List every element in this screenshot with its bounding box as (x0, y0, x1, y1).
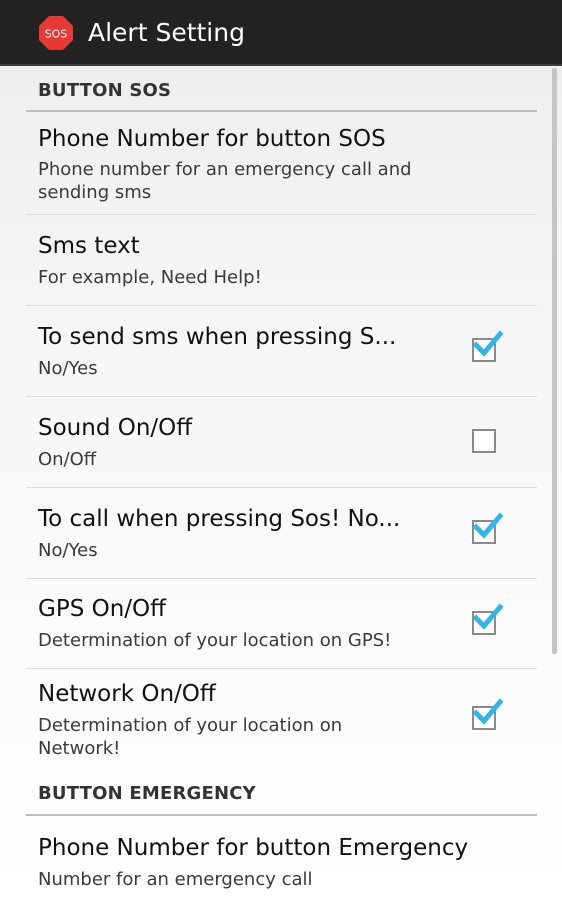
svg-text:SOS: SOS (45, 28, 68, 41)
pref-gps[interactable]: GPS On/Off Determination of your locatio… (26, 579, 537, 669)
pref-call-sos[interactable]: To call when pressing Sos! No... No/Yes (26, 488, 537, 579)
checkmark-icon (472, 330, 504, 357)
app-title: Alert Setting (88, 18, 245, 47)
category-button-sos: BUTTON SOS (26, 66, 537, 112)
call-sos-checkbox[interactable] (472, 512, 504, 544)
pref-sound[interactable]: Sound On/Off On/Off (26, 397, 537, 488)
send-sms-checkbox[interactable] (472, 330, 504, 362)
checkmark-icon (472, 603, 504, 630)
pref-title: Sound On/Off (38, 415, 193, 441)
pref-summary: No/Yes (38, 540, 98, 561)
pref-summary: Determination of your location on GPS! (38, 630, 392, 651)
pref-send-sms[interactable]: To send sms when pressing S... No/Yes (26, 306, 537, 397)
pref-title: To send sms when pressing S... (38, 324, 397, 350)
checkmark-icon (472, 698, 504, 725)
checkmark-icon (472, 512, 504, 539)
pref-title: Phone Number for button SOS (38, 126, 386, 152)
pref-summary: On/Off (38, 449, 97, 470)
pref-title: Phone Number for button Emergency (38, 835, 469, 861)
category-button-emergency: BUTTON EMERGENCY (26, 776, 537, 816)
pref-summary: Determination of your location on Networ… (38, 715, 343, 759)
pref-phone-number-sos[interactable]: Phone Number for button SOS Phone number… (26, 112, 537, 215)
pref-phone-number-emergency[interactable]: Phone Number for button Emergency Number… (26, 816, 537, 900)
sound-checkbox[interactable] (472, 429, 496, 453)
pref-title: Sms text (38, 233, 140, 259)
pref-title: GPS On/Off (38, 596, 166, 622)
pref-summary: For example, Need Help! (38, 267, 262, 288)
gps-checkbox[interactable] (472, 603, 504, 635)
category-label: BUTTON EMERGENCY (38, 783, 256, 804)
pref-summary: Phone number for an emergency call and s… (38, 159, 412, 203)
pref-title: To call when pressing Sos! No... (38, 506, 401, 532)
pref-sms-text[interactable]: Sms text For example, Need Help! (26, 215, 537, 306)
pref-summary: Number for an emergency call (38, 869, 313, 890)
action-bar: SOS Alert Setting (0, 0, 562, 66)
pref-title: Network On/Off (38, 681, 216, 707)
category-label: BUTTON SOS (38, 80, 172, 101)
network-checkbox[interactable] (472, 698, 504, 730)
scrollbar[interactable] (552, 68, 557, 654)
sos-octagon-icon[interactable]: SOS (38, 15, 74, 51)
pref-summary: No/Yes (38, 358, 98, 379)
pref-network[interactable]: Network On/Off Determination of your loc… (26, 669, 537, 776)
preference-list[interactable]: BUTTON SOS Phone Number for button SOS P… (0, 66, 562, 900)
